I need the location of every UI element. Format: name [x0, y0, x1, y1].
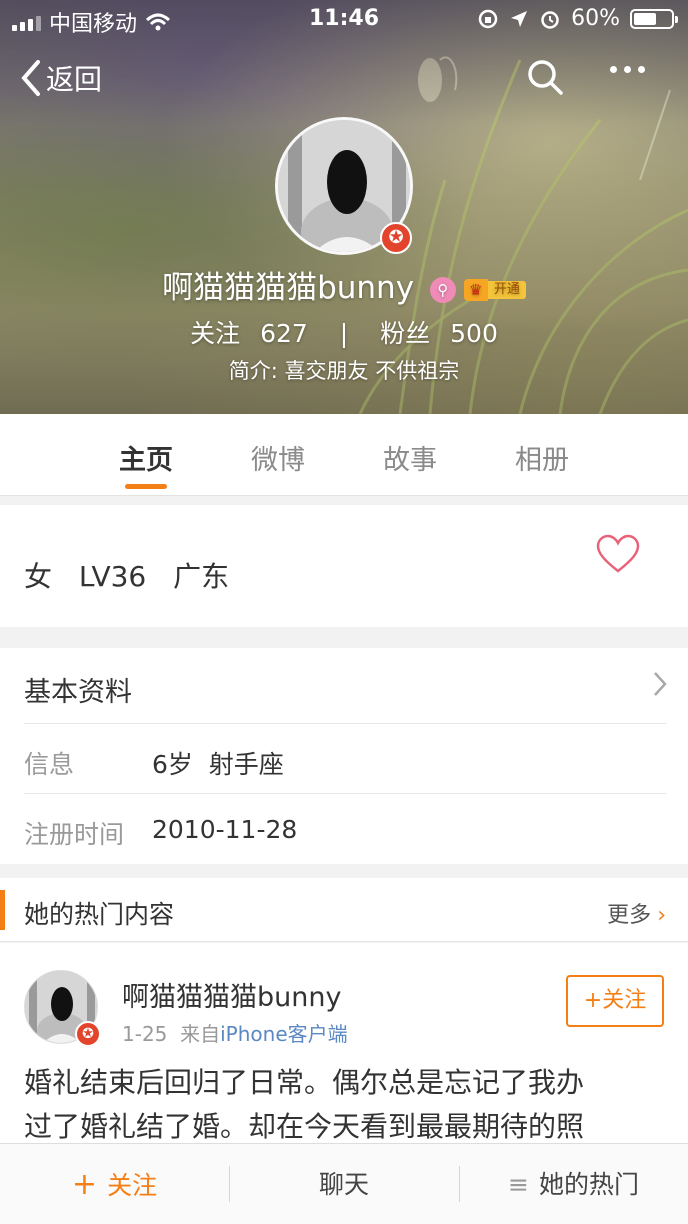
username-text: 啊猫猫猫猫bunny	[162, 270, 415, 306]
tab-album[interactable]: 相册	[492, 438, 592, 477]
search-button[interactable]	[526, 58, 564, 100]
info-key: 信息	[24, 750, 75, 779]
followers-count[interactable]: 500	[450, 319, 498, 348]
hot-content-title: 她的热门内容	[24, 900, 175, 929]
plus-icon: +	[71, 1167, 98, 1202]
bottom-action-bar: + 关注 聊天 ≡ 她的热门	[0, 1143, 688, 1224]
profile-username: 啊猫猫猫猫bunny ⚲ ♛ 开通	[0, 262, 688, 307]
section-accent-bar	[0, 890, 5, 930]
chevron-left-icon	[21, 60, 40, 96]
chevron-right-icon: ›	[657, 903, 666, 928]
info-value: 6岁 射手座	[152, 750, 284, 779]
tab-weibo[interactable]: 微博	[228, 438, 328, 477]
more-icon	[610, 66, 617, 73]
location-label: 广东	[173, 560, 230, 593]
more-button[interactable]	[610, 66, 645, 73]
menu-icon: ≡	[508, 1170, 529, 1199]
like-button[interactable]	[596, 534, 640, 578]
member-badge-icon[interactable]: ⚲	[429, 276, 456, 303]
verified-badge-icon: ✪	[380, 222, 412, 254]
hot-post[interactable]: ✪ 啊猫猫猫猫bunny 1-25 来自iPhone客户端 +关注 婚礼结束后回…	[0, 943, 688, 1153]
more-label: 更多	[607, 903, 652, 928]
chat-label: 聊天	[318, 1170, 369, 1199]
basic-info-card: 基本资料 信息 6岁 射手座 注册时间 2010-11-28	[0, 648, 688, 864]
vip-open-label: 开通	[487, 280, 526, 299]
info-row: 信息 6岁 射手座	[24, 724, 666, 794]
summary-line: 女 LV36 广东	[24, 555, 247, 595]
post-source-prefix: 来自	[180, 1022, 221, 1046]
hot-content-button[interactable]: ≡ 她的热门	[459, 1144, 688, 1224]
stats-separator: |	[339, 319, 349, 348]
more-link[interactable]: 更多 ›	[607, 897, 666, 929]
heart-icon	[596, 534, 640, 573]
search-icon	[528, 60, 563, 95]
profile-bio: 简介: 喜交朋友 不供祖宗	[228, 359, 460, 383]
basic-info-title: 基本资料	[24, 677, 132, 708]
register-value: 2010-11-28	[152, 815, 298, 844]
back-button[interactable]: 返回	[20, 58, 102, 98]
gender-label: 女	[24, 560, 53, 593]
post-date: 1-25	[122, 1022, 168, 1046]
post-author[interactable]: 啊猫猫猫猫bunny	[122, 975, 341, 1014]
profile-stats: 关注 627 | 粉丝 500	[0, 314, 688, 350]
register-key: 注册时间	[24, 820, 125, 849]
hot-content-header: 她的热门内容 更多 ›	[0, 878, 688, 942]
battery-percent: 60%	[571, 6, 620, 31]
active-tab-indicator	[125, 484, 167, 489]
tab-home[interactable]: 主页	[96, 438, 196, 477]
level-label: LV36	[78, 560, 147, 593]
hot-content-label: 她的热门	[538, 1170, 639, 1199]
tab-stories[interactable]: 故事	[360, 438, 460, 477]
following-count[interactable]: 627	[260, 319, 308, 348]
alarm-icon	[541, 10, 559, 29]
chevron-right-icon	[652, 670, 668, 705]
back-label: 返回	[46, 63, 103, 96]
follow-action-label: 关注	[107, 1171, 158, 1200]
rotation-lock-icon	[478, 9, 498, 28]
following-label[interactable]: 关注	[190, 319, 240, 348]
verified-badge-icon: ✪	[75, 1021, 101, 1047]
follow-button[interactable]: +关注	[566, 975, 664, 1027]
followers-label[interactable]: 粉丝	[380, 319, 430, 348]
follow-action-button[interactable]: + 关注	[0, 1144, 229, 1224]
basic-info-header[interactable]: 基本资料	[24, 648, 668, 724]
post-text-line: 婚礼结束后回归了日常。偶尔总是忘记了我办	[24, 1066, 585, 1099]
profile-tabs: 主页 微博 故事 相册	[0, 414, 688, 496]
crown-icon: ♛	[463, 278, 488, 301]
post-text: 婚礼结束后回归了日常。偶尔总是忘记了我办 过了婚礼结了婚。却在今天看到最最期待的…	[24, 1061, 664, 1149]
chat-button[interactable]: 聊天	[229, 1144, 459, 1224]
status-bar: 中国移动 11:46 60%	[0, 0, 688, 40]
register-row: 注册时间 2010-11-28	[24, 794, 666, 864]
location-icon	[511, 10, 528, 27]
post-meta: 1-25 来自iPhone客户端	[122, 1018, 348, 1047]
battery-icon	[630, 8, 678, 29]
post-source[interactable]: iPhone客户端	[220, 1022, 348, 1046]
summary-card: 女 LV36 广东	[0, 505, 688, 627]
vip-badge[interactable]: ♛ 开通	[463, 278, 526, 301]
